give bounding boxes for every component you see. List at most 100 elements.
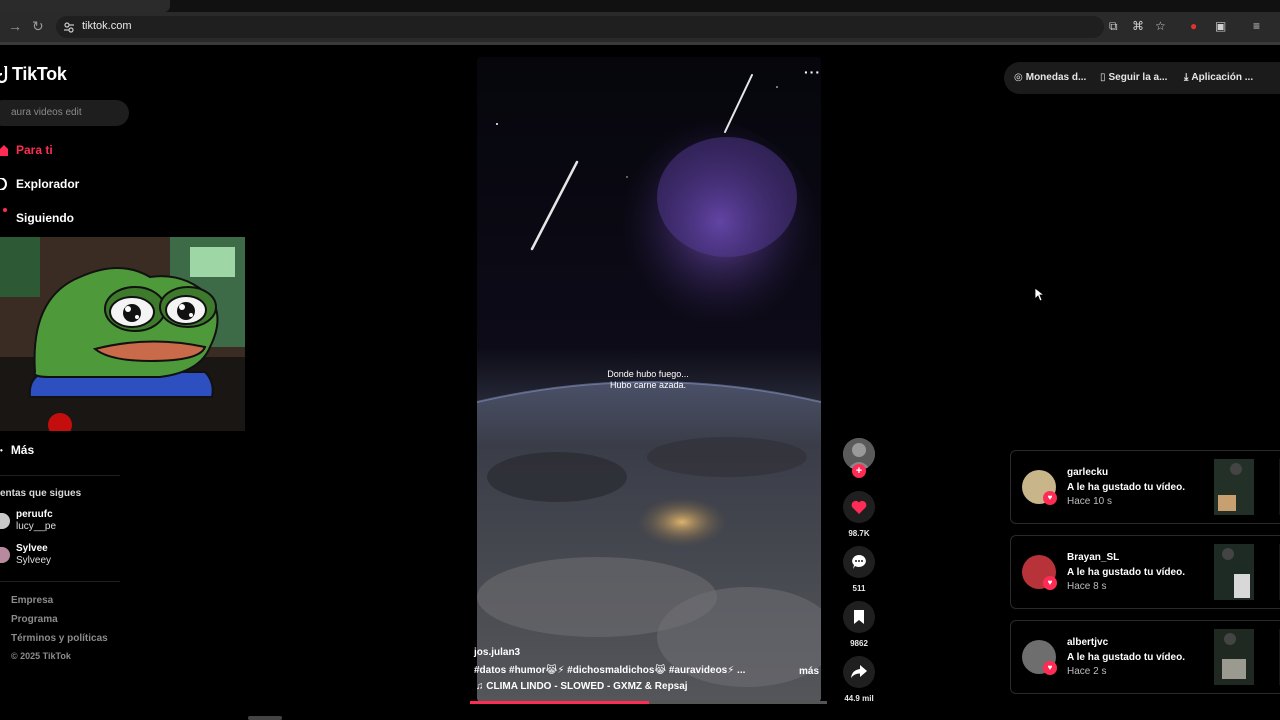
share-arrow-icon bbox=[851, 665, 867, 678]
notification-time: Hace 2 s bbox=[1067, 666, 1107, 677]
bookmark-icon bbox=[854, 610, 864, 624]
webcam-overlay bbox=[0, 237, 245, 431]
video-caption-line: Donde hubo fuego... bbox=[607, 369, 689, 379]
video-music[interactable]: ♫ CLIMA LINDO - SLOWED - GXMZ & Repsaj bbox=[476, 681, 688, 692]
video-thumbnail bbox=[1214, 459, 1254, 515]
video-thumbnail bbox=[1214, 629, 1254, 685]
account-handle: lucy__pe bbox=[16, 521, 57, 532]
following-icon bbox=[0, 212, 8, 224]
account-name: peruufc bbox=[16, 509, 53, 520]
notification-time: Hace 10 s bbox=[1067, 496, 1113, 507]
footer-link-terms[interactable]: Términos y políticas bbox=[11, 633, 108, 644]
browser-divider bbox=[0, 42, 1280, 45]
notification-name: Brayan_SL bbox=[1067, 552, 1120, 563]
notification-card[interactable]: ♥ Brayan_SL A le ha gustado tu vídeo. Ha… bbox=[1010, 535, 1280, 609]
more-dots-icon: • bbox=[0, 445, 3, 455]
share-count: 44.9 mil bbox=[844, 694, 874, 703]
browser-toolbar: → ↻ tiktok.com ⧉ ⌘ ☆ ● ▣ ≡ bbox=[0, 12, 1280, 42]
avatar bbox=[0, 547, 10, 563]
mouse-cursor-icon bbox=[1035, 288, 1045, 302]
nav-label-following: Siguiendo bbox=[16, 211, 74, 225]
footer-copyright: © 2025 TikTok bbox=[11, 651, 71, 661]
coins-link[interactable]: ◎ Monedas d... bbox=[1014, 72, 1086, 83]
account-handle: Sylveey bbox=[16, 555, 52, 566]
heart-icon bbox=[851, 500, 867, 514]
compass-icon bbox=[0, 178, 7, 190]
share-button[interactable] bbox=[843, 656, 875, 688]
media-controls-icon[interactable]: ≡ bbox=[1253, 19, 1260, 33]
get-app-link[interactable]: ⤓ Aplicación ... bbox=[1184, 72, 1253, 83]
pepe-emote-image bbox=[0, 237, 245, 431]
install-app-icon[interactable]: ⧉ bbox=[1109, 19, 1118, 34]
heart-badge-icon: ♥ bbox=[1043, 661, 1057, 675]
notification-card[interactable]: ♥ albertjvc A le ha gustado tu vídeo. Ha… bbox=[1010, 620, 1280, 694]
nav-item-explore[interactable]: Explorador bbox=[0, 177, 79, 191]
video-progress-bar[interactable] bbox=[470, 701, 827, 704]
followed-account-item[interactable]: Sylvee Sylveey bbox=[0, 543, 51, 567]
heart-badge-icon: ♥ bbox=[1043, 491, 1057, 505]
video-caption-line: Hubo carne azada. bbox=[609, 380, 687, 390]
sidebar-divider bbox=[0, 475, 120, 476]
bookmark-star-icon[interactable]: ☆ bbox=[1155, 19, 1166, 33]
follow-app-label: Seguir la a... bbox=[1108, 72, 1168, 83]
nav-label-explore: Explorador bbox=[16, 177, 80, 191]
notification-message: A le ha gustado tu vídeo. bbox=[1067, 652, 1185, 663]
coin-icon: ◎ bbox=[1014, 72, 1023, 83]
footer-link-program[interactable]: Programa bbox=[11, 614, 58, 625]
coins-label: Monedas d... bbox=[1025, 72, 1087, 83]
tiktok-note-icon bbox=[0, 65, 8, 83]
follow-app-link[interactable]: ▯ Seguir la a... bbox=[1100, 72, 1167, 83]
video-progress-fill bbox=[470, 701, 649, 704]
save-button[interactable] bbox=[843, 601, 875, 633]
notification-message: A le ha gustado tu vídeo. bbox=[1067, 482, 1185, 493]
search-placeholder: aura videos edit bbox=[11, 107, 82, 118]
notification-card[interactable]: ♥ garlecku A le ha gustado tu vídeo. Hac… bbox=[1010, 450, 1280, 524]
forward-arrow-icon[interactable]: → bbox=[8, 18, 22, 34]
video-hashtags[interactable]: #datos #humor😹⚡ #dichosmaldichos😹 #aurav… bbox=[474, 665, 745, 676]
nav-item-following[interactable]: Siguiendo bbox=[0, 211, 74, 225]
video-more-options-icon[interactable]: ··· bbox=[804, 64, 821, 80]
followed-accounts-title: entas que sigues bbox=[0, 488, 82, 499]
like-count: 98.7K bbox=[848, 529, 870, 538]
reload-icon[interactable]: ↻ bbox=[32, 18, 44, 35]
sidebar-divider bbox=[0, 581, 120, 582]
notification-message: A le ha gustado tu vídeo. bbox=[1067, 567, 1185, 578]
tiktok-logo[interactable]: TikTok bbox=[0, 64, 67, 85]
footer-link-company[interactable]: Empresa bbox=[11, 595, 53, 606]
video-author[interactable]: jos.julan3 bbox=[474, 647, 520, 658]
like-button[interactable] bbox=[843, 491, 875, 523]
notification-time: Hace 8 s bbox=[1067, 581, 1107, 592]
avatar bbox=[0, 513, 10, 529]
save-count: 9862 bbox=[850, 639, 868, 648]
browser-tab[interactable] bbox=[0, 0, 170, 12]
nav-label-more: Más bbox=[10, 443, 35, 457]
search-input[interactable]: aura videos edit bbox=[0, 100, 129, 126]
video-thumbnail bbox=[1214, 544, 1254, 600]
translate-icon[interactable]: ⌘ bbox=[1132, 19, 1144, 33]
notification-name: albertjvc bbox=[1067, 637, 1109, 648]
logo-wordmark: TikTok bbox=[12, 64, 67, 84]
horizontal-scrollbar[interactable] bbox=[248, 716, 282, 720]
notification-name: garlecku bbox=[1067, 467, 1109, 478]
site-info-icon[interactable] bbox=[63, 21, 75, 33]
nav-item-for-you[interactable]: Para ti bbox=[0, 143, 53, 157]
comment-button[interactable] bbox=[843, 546, 875, 578]
description-more-link[interactable]: más bbox=[799, 666, 819, 677]
followed-account-item[interactable]: peruufc lucy__pe bbox=[0, 509, 56, 533]
url-text[interactable]: tiktok.com bbox=[82, 20, 132, 32]
heart-badge-icon: ♥ bbox=[1043, 576, 1057, 590]
follow-plus-icon[interactable]: + bbox=[852, 464, 866, 478]
nav-item-more[interactable]: • Más bbox=[0, 443, 34, 457]
extensions-icon[interactable]: ▣ bbox=[1215, 19, 1226, 33]
comment-count: 511 bbox=[852, 584, 866, 593]
browser-tab-strip bbox=[0, 0, 1280, 12]
comment-icon bbox=[852, 555, 866, 569]
home-icon bbox=[0, 145, 8, 156]
get-app-label: Aplicación ... bbox=[1191, 72, 1254, 83]
download-icon: ⤓ bbox=[1184, 72, 1189, 83]
address-bar[interactable]: tiktok.com bbox=[56, 16, 1104, 38]
nav-label-for-you: Para ti bbox=[16, 143, 53, 157]
account-name: Sylvee bbox=[16, 543, 48, 554]
phone-icon: ▯ bbox=[1100, 72, 1106, 83]
extension-record-icon[interactable]: ● bbox=[1190, 19, 1197, 33]
